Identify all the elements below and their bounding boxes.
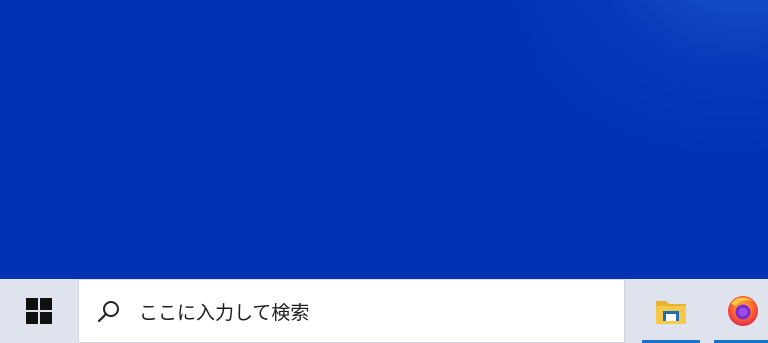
taskbar-app-file-explorer[interactable]: [640, 279, 702, 343]
wallpaper-light-effect: [487, 0, 768, 213]
file-explorer-icon: [656, 301, 686, 324]
desktop-background: [0, 0, 768, 279]
taskbar: ここに入力して検索: [0, 279, 768, 343]
windows-logo-icon: [26, 298, 52, 324]
firefox-icon: [728, 296, 758, 326]
start-button[interactable]: [0, 279, 78, 343]
search-placeholder-text: ここに入力して検索: [139, 301, 310, 324]
taskbar-search-box[interactable]: ここに入力して検索: [78, 279, 625, 343]
taskbar-app-firefox[interactable]: [712, 279, 768, 343]
search-icon: [97, 301, 119, 323]
